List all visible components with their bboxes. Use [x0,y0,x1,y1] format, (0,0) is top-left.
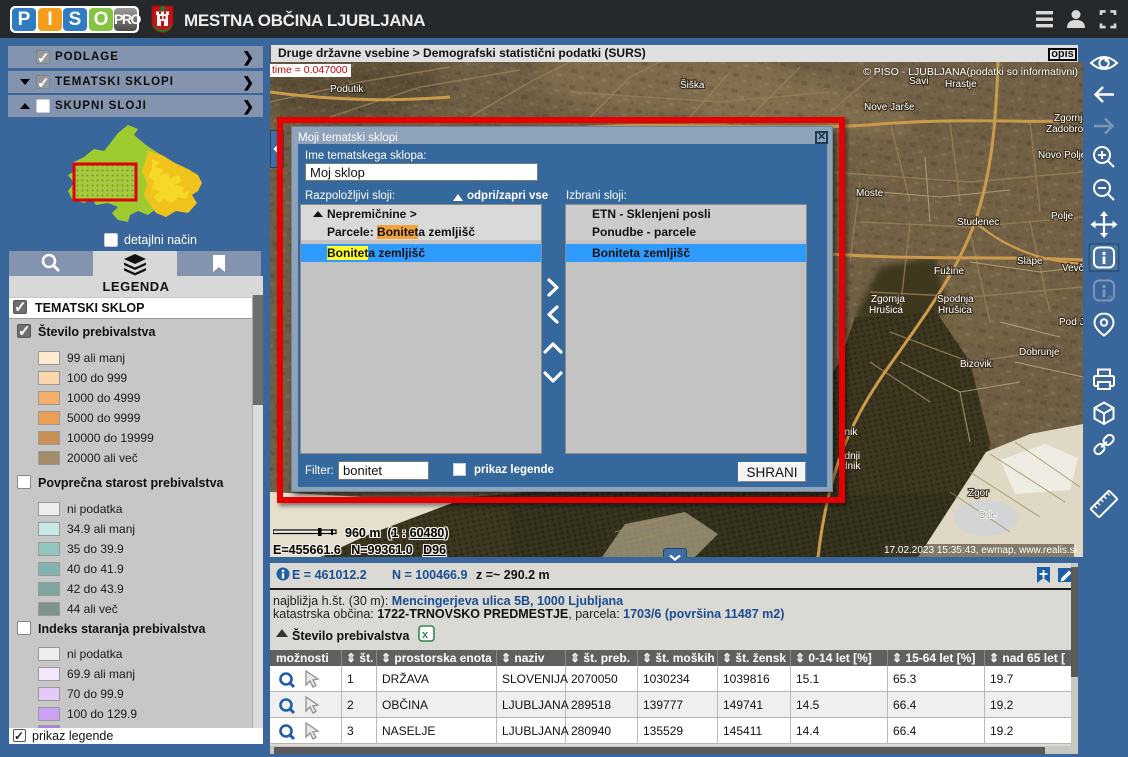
svg-text:Zgornja: Zgornja [871,294,905,305]
svg-text:Zadobrova: Zadobrova [1046,124,1083,135]
svg-text:Fužine: Fužine [934,266,964,277]
svg-text:Moste: Moste [856,188,884,199]
svg-text:x: x [422,629,429,641]
svg-text:Bizovik: Bizovik [960,359,993,370]
svg-text:Hrušica: Hrušica [869,305,903,316]
svg-text:Zgornja: Zgornja [1054,113,1083,124]
svg-text:Zgor: Zgor [968,488,989,499]
svg-text:Studenec: Studenec [957,217,999,228]
svg-text:Spodnja: Spodnja [937,294,974,305]
svg-text:Hrušica: Hrušica [938,305,972,316]
svg-text:Vevče: Vevče [1062,263,1083,274]
svg-text:Orle: Orle [978,510,997,521]
svg-text:Pod J: Pod J [1059,317,1083,328]
svg-text:Dobrunje: Dobrunje [1019,347,1060,358]
svg-text:Nove Jarše: Nove Jarše [864,102,915,113]
svg-text:Novo Polje: Novo Polje [1038,150,1083,161]
svg-text:Šiška: Šiška [680,78,705,91]
svg-text:Slape: Slape [1017,256,1043,267]
svg-text:Polje: Polje [1051,211,1074,222]
svg-text:g: g [1108,293,1112,302]
svg-text:Podutik: Podutik [330,84,364,95]
svg-text:Hrastje: Hrastje [945,79,977,90]
